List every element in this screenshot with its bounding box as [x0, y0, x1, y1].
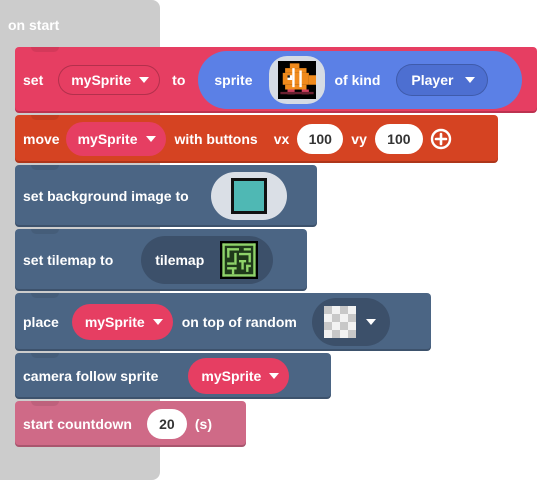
variable-name: mySprite: [77, 131, 138, 147]
tilemap-field-label: tilemap: [155, 252, 205, 268]
tilemap-label: set tilemap to: [23, 252, 114, 268]
teal-square-icon: [230, 178, 267, 214]
kind-dropdown[interactable]: Player: [396, 64, 489, 96]
add-circle-icon[interactable]: [430, 128, 452, 150]
camera-follow-block[interactable]: camera follow sprite mySprite: [15, 353, 331, 399]
dropdown-caret-icon: [465, 77, 476, 83]
of-kind-label: of kind: [334, 72, 381, 88]
maze-tilemap-icon: [220, 241, 259, 279]
seconds-unit-label: (s): [194, 416, 213, 432]
variable-name: mySprite: [84, 314, 145, 330]
variable-dropdown[interactable]: mySprite: [71, 304, 173, 340]
vy-input[interactable]: 100: [374, 124, 423, 154]
background-label: set background image to: [23, 188, 189, 204]
move-label: move: [23, 131, 60, 147]
set-background-block[interactable]: set background image to: [15, 165, 317, 227]
variable-name: mySprite: [201, 368, 262, 384]
dropdown-caret-icon: [365, 319, 376, 325]
variable-dropdown[interactable]: mySprite: [188, 358, 290, 394]
move-with-buttons-block[interactable]: move mySprite with buttons vx 100 vy 100: [15, 115, 498, 163]
sprite-label: sprite: [214, 72, 253, 88]
variable-dropdown[interactable]: mySprite: [58, 65, 161, 95]
vx-label: vx: [273, 131, 290, 147]
place-on-random-block[interactable]: place mySprite on top of random: [15, 293, 431, 351]
with-buttons-label: with buttons: [174, 131, 258, 147]
fish-sprite-icon: [277, 61, 316, 99]
kind-value: Player: [411, 72, 454, 88]
countdown-label: start countdown: [23, 416, 132, 432]
sprite-of-kind-block[interactable]: sprite of kind Player: [198, 51, 523, 109]
dropdown-caret-icon: [269, 373, 280, 379]
set-label: set: [23, 72, 44, 88]
set-sprite-block[interactable]: set mySprite to sprite of kind Player: [15, 47, 537, 113]
variable-name: mySprite: [71, 72, 132, 88]
countdown-input[interactable]: 20: [146, 409, 187, 439]
sprite-image-picker[interactable]: [268, 56, 325, 104]
on-start-label: on start: [8, 17, 60, 33]
variable-dropdown[interactable]: mySprite: [65, 122, 166, 156]
on-top-label: on top of random: [181, 314, 297, 330]
to-label: to: [172, 72, 186, 88]
vx-input[interactable]: 100: [297, 124, 344, 154]
place-label: place: [23, 314, 59, 330]
tilemap-field[interactable]: tilemap: [141, 236, 274, 284]
dropdown-caret-icon: [152, 319, 163, 325]
transparent-tile-icon: [323, 306, 356, 338]
dropdown-caret-icon: [145, 136, 156, 142]
vy-label: vy: [351, 131, 367, 147]
camera-label: camera follow sprite: [23, 368, 159, 384]
dropdown-caret-icon: [139, 77, 150, 83]
set-tilemap-block[interactable]: set tilemap to tilemap: [15, 229, 307, 291]
start-countdown-block[interactable]: start countdown 20 (s): [15, 401, 246, 447]
tile-picker-dropdown[interactable]: [311, 298, 390, 346]
background-image-picker[interactable]: [210, 172, 287, 220]
